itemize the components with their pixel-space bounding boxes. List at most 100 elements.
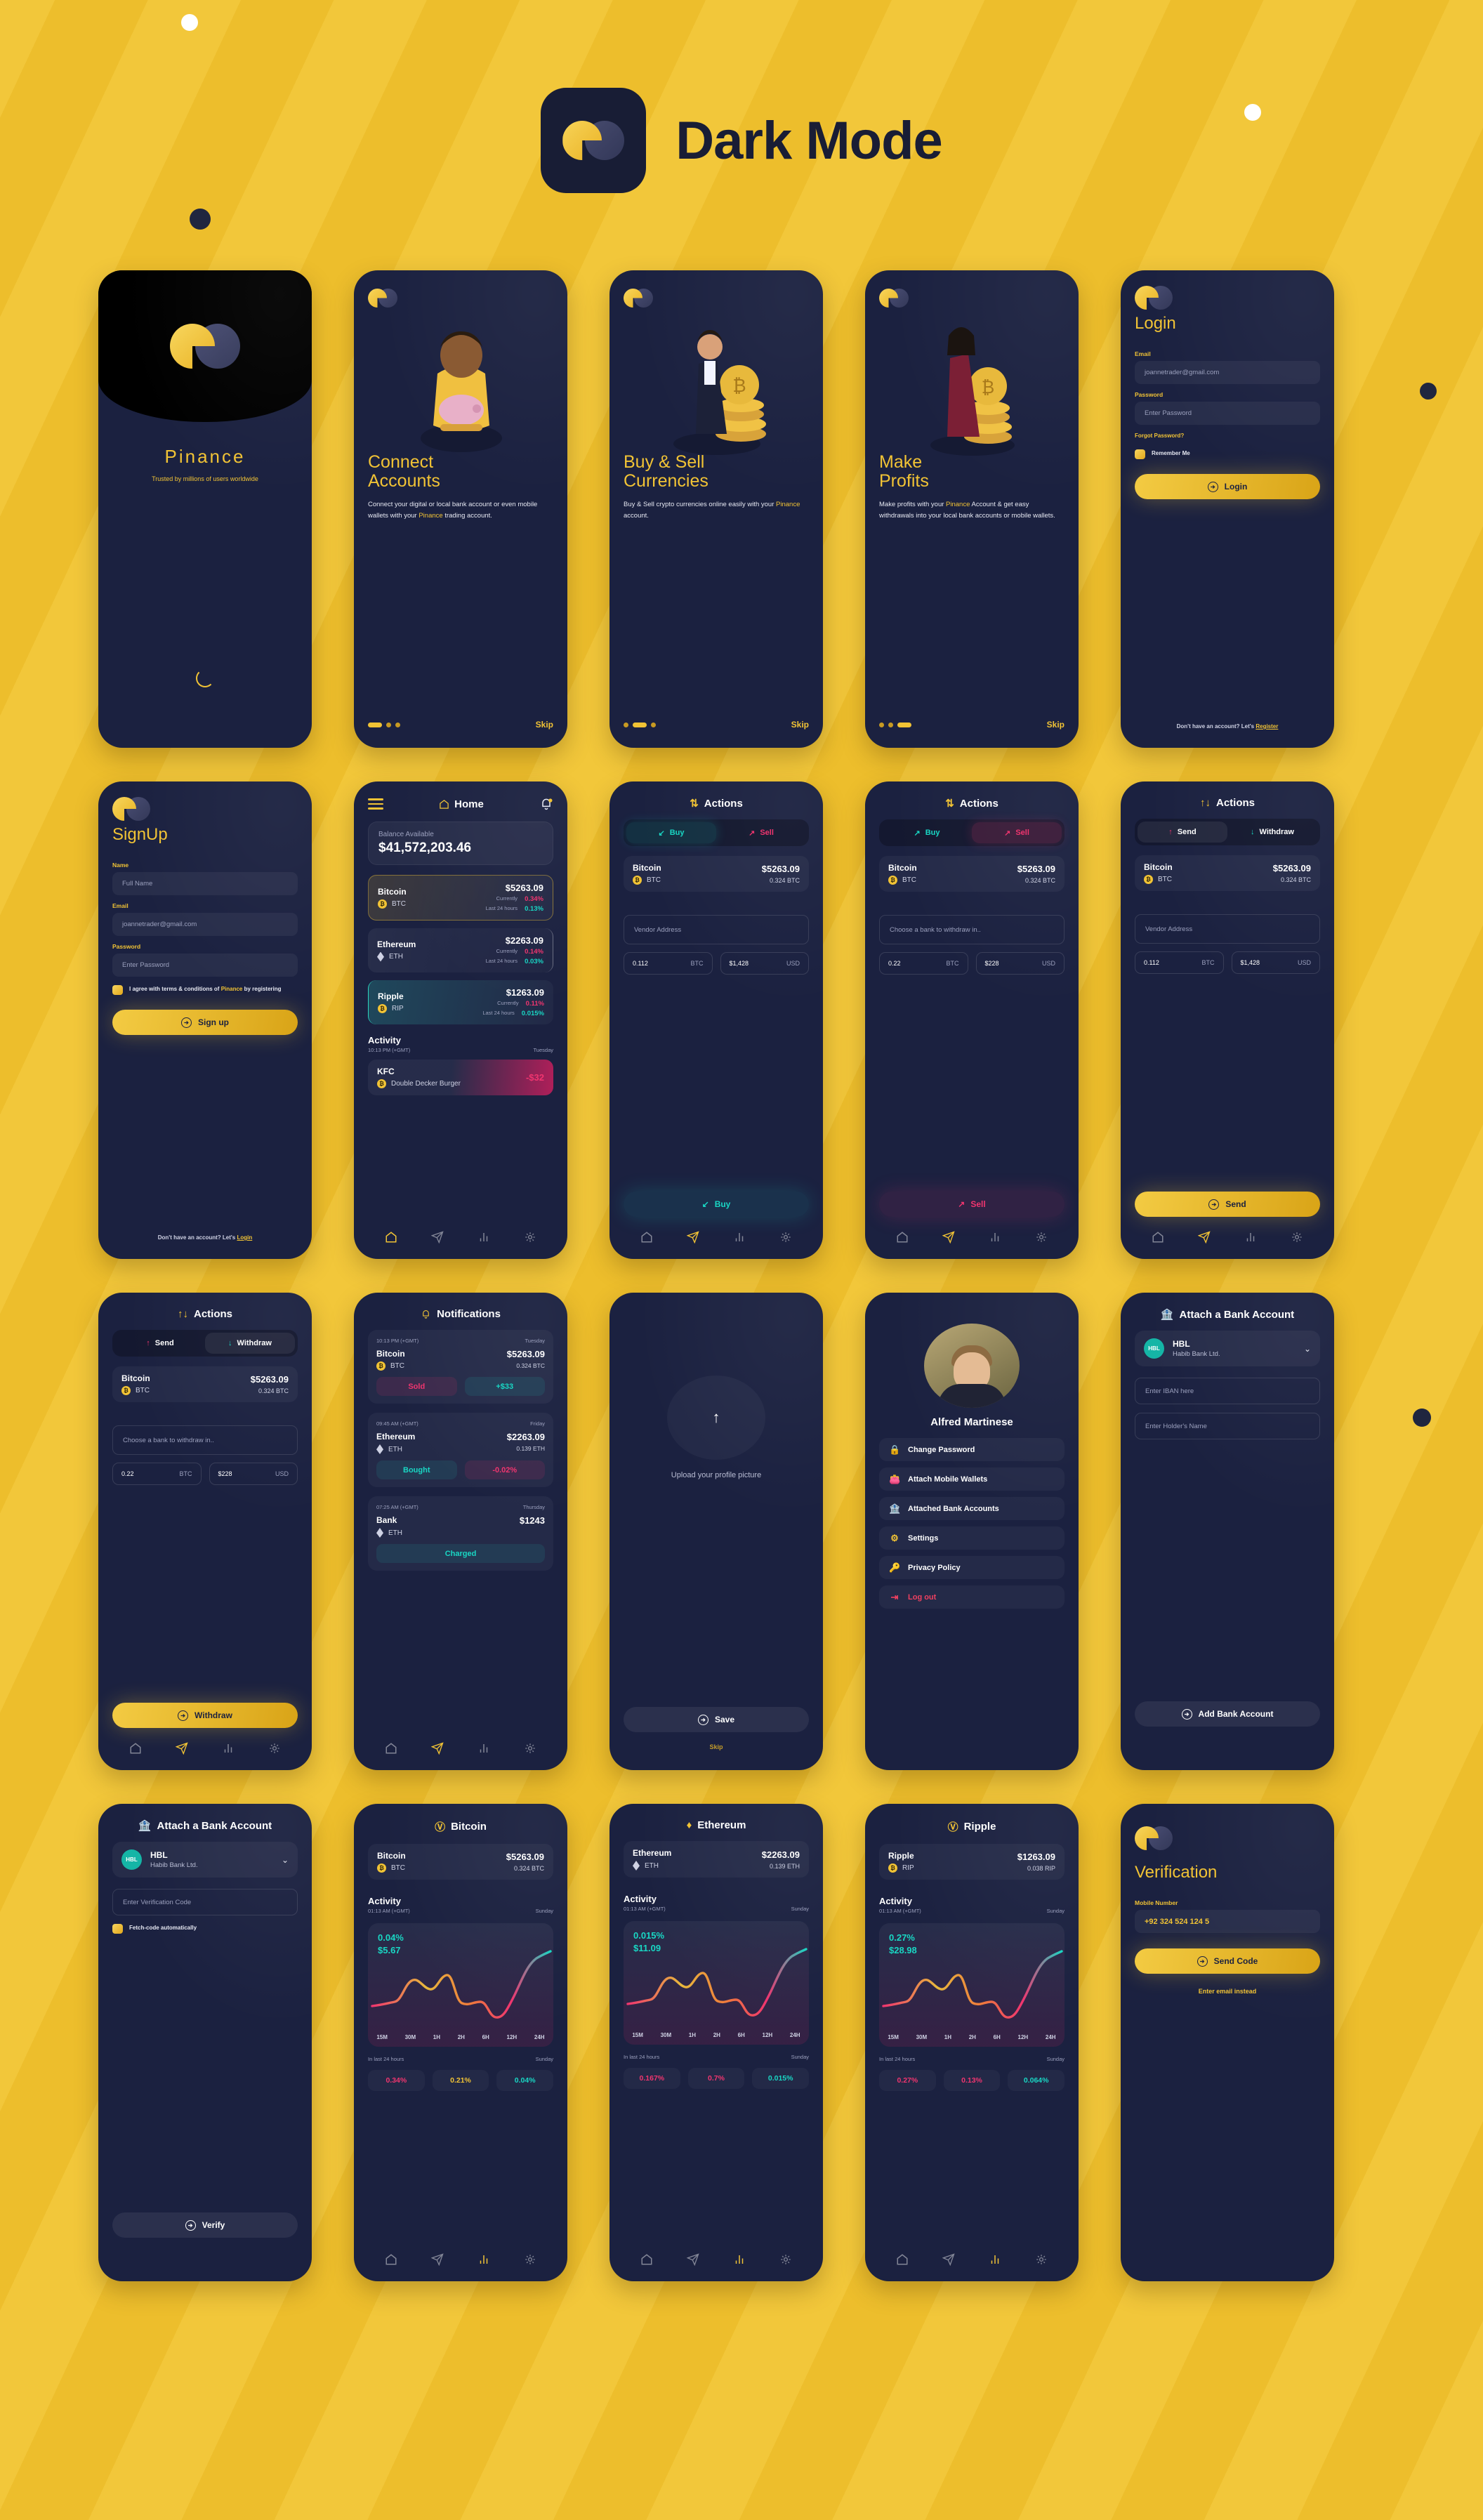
enter-email-link[interactable]: Enter email instead [1135,1988,1320,1995]
nav-settings-icon[interactable] [779,2253,792,2266]
profile-item-attach-mobile-wallets[interactable]: 👛 Attach Mobile Wallets [879,1467,1065,1491]
vendor-address-field[interactable]: Vendor Address [624,915,809,944]
notification-bell-icon[interactable] [539,797,553,811]
bank-select-field[interactable]: Choose a bank to withdraw in.. [112,1425,298,1455]
profile-item-logout[interactable]: ⇥ Log out [879,1585,1065,1609]
skip-button[interactable]: Skip [624,1743,809,1750]
tab-buy[interactable]: ↙ Buy [626,822,716,843]
chevron-down-icon[interactable]: ⌄ [282,1855,289,1865]
profile-item-privacy-policy[interactable]: 🔑 Privacy Policy [879,1556,1065,1579]
nav-send-icon[interactable] [942,2253,955,2266]
selected-coin-card[interactable]: Bitcoin ₿ BTC $5263.09 0.324 BTC [624,856,809,892]
skip-button[interactable]: Skip [791,720,809,730]
nav-home-icon[interactable] [385,1231,397,1243]
coin-row-bitcoin[interactable]: Bitcoin ₿ BTC $5263.09 Currently 0.34% Las… [368,875,553,921]
nav-send-icon[interactable] [176,1742,188,1755]
nav-settings-icon[interactable] [524,1742,536,1755]
nav-settings-icon[interactable] [268,1742,281,1755]
selected-coin-card[interactable]: Bitcoin ₿ BTC $5263.09 0.324 BTC [368,1844,553,1880]
signup-button[interactable]: ➔ Sign up [112,1010,298,1035]
send-code-button[interactable]: ➔ Send Code [1135,1948,1320,1974]
register-footer[interactable]: Don't have an account? Let's Register [1135,723,1320,732]
selected-coin-card[interactable]: Ethereum ETH $2263.09 0.139 ETH [624,1841,809,1878]
tab-sell[interactable]: ↗ Sell [716,822,806,843]
nav-home-icon[interactable] [640,2253,653,2266]
nav-settings-icon[interactable] [1035,1231,1048,1243]
iban-field[interactable]: Enter IBAN here [1135,1378,1320,1404]
nav-chart-icon[interactable] [733,1231,746,1243]
nav-chart-icon[interactable] [477,2253,490,2266]
tab-sell[interactable]: ↗ Sell [972,822,1062,843]
login-button[interactable]: ➔ Login [1135,474,1320,499]
nav-settings-icon[interactable] [1291,1231,1303,1243]
vendor-address-field[interactable]: Vendor Address [1135,914,1320,944]
selected-coin-card[interactable]: Bitcoin ₿ BTC $5263.09 0.324 BTC [879,856,1065,892]
add-bank-account-button[interactable]: ➔ Add Bank Account [1135,1701,1320,1727]
crypto-amount-field[interactable]: 0.112 BTC [1135,951,1224,974]
notification-item[interactable]: 09:45 AM (+GMT) Friday Ethereum ETH $2263… [368,1413,553,1487]
holder-name-field[interactable]: Enter Holder's Name [1135,1413,1320,1439]
tab-withdraw[interactable]: ↓ Withdraw [205,1333,295,1354]
verification-code-field[interactable]: Enter Verification Code [112,1889,298,1915]
nav-send-icon[interactable] [1198,1231,1211,1243]
nav-chart-icon[interactable] [477,1231,490,1243]
nav-chart-icon[interactable] [1244,1231,1257,1243]
nav-chart-icon[interactable] [989,2253,1001,2266]
nav-home-icon[interactable] [385,2253,397,2266]
nav-home-icon[interactable] [640,1231,653,1243]
coin-row-ripple[interactable]: Ripple ₿ RIP $1263.09 Currently 0.11% Last… [368,980,553,1024]
checkbox-box[interactable] [1135,449,1145,459]
password-field[interactable]: Enter Password [112,954,298,977]
coin-row-ethereum[interactable]: Ethereum ETH $2263.09 Currently 0.14% Las… [368,928,553,972]
nav-send-icon[interactable] [431,2253,444,2266]
nav-chart-icon[interactable] [477,1742,490,1755]
sell-button[interactable]: ↗ Sell [879,1192,1065,1217]
nav-send-icon[interactable] [942,1231,955,1243]
fiat-amount-field[interactable]: $228 USD [209,1463,298,1485]
nav-send-icon[interactable] [687,2253,699,2266]
buy-button[interactable]: ↙ Buy [624,1192,809,1217]
remember-me-checkbox[interactable]: Remember Me [1135,449,1320,459]
crypto-amount-field[interactable]: 0.112 BTC [624,952,713,975]
nav-settings-icon[interactable] [524,1231,536,1243]
nav-home-icon[interactable] [896,2253,909,2266]
bank-selector[interactable]: HBL HBL Habib Bank Ltd. ⌄ [112,1842,298,1878]
skip-button[interactable]: Skip [1047,720,1065,730]
upload-dropzone[interactable]: ↑ [667,1376,765,1460]
bank-selector[interactable]: HBL HBL Habib Bank Ltd. ⌄ [1135,1331,1320,1366]
save-button[interactable]: ➔ Save [624,1707,809,1732]
login-footer[interactable]: Don't have an account? Let's Login [112,1234,298,1243]
nav-home-icon[interactable] [896,1231,909,1243]
terms-checkbox[interactable]: I agree with terms & conditions of Pinan… [112,985,298,995]
profile-item-settings[interactable]: ⚙ Settings [879,1526,1065,1550]
notification-item[interactable]: 10:13 PM (+GMT) Tuesday Bitcoin ₿ BTC $526… [368,1330,553,1404]
fiat-amount-field[interactable]: $1,428 USD [720,952,809,975]
tab-send[interactable]: ↑ Send [115,1333,205,1354]
profile-item-attached-bank-accounts[interactable]: 🏦 Attached Bank Accounts [879,1497,1065,1520]
tab-send[interactable]: ↑ Send [1138,822,1227,843]
nav-send-icon[interactable] [431,1231,444,1243]
verify-button[interactable]: ➔ Verify [112,2212,298,2238]
nav-send-icon[interactable] [431,1742,444,1755]
fiat-amount-field[interactable]: $228 USD [975,952,1065,975]
email-field[interactable]: joannetrader@gmail.com [1135,361,1320,384]
mobile-number-field[interactable]: +92 324 524 124 5 [1135,1910,1320,1933]
password-field[interactable]: Enter Password [1135,402,1320,425]
nav-chart-icon[interactable] [222,1742,235,1755]
tab-withdraw[interactable]: ↓ Withdraw [1227,822,1317,843]
nav-chart-icon[interactable] [733,2253,746,2266]
nav-settings-icon[interactable] [1035,2253,1048,2266]
selected-coin-card[interactable]: Bitcoin ₿ BTC $5263.09 0.324 BTC [1135,855,1320,891]
transaction-row[interactable]: KFC ₿ Double Decker Burger -$32 [368,1060,553,1095]
nav-settings-icon[interactable] [779,1231,792,1243]
checkbox-box[interactable] [112,985,123,995]
nav-settings-icon[interactable] [524,2253,536,2266]
fiat-amount-field[interactable]: $1,428 USD [1231,951,1320,974]
notification-item[interactable]: 07:25 AM (+GMT) Thursday Bank ETH $1243 C… [368,1496,553,1571]
crypto-amount-field[interactable]: 0.22 BTC [879,952,968,975]
nav-home-icon[interactable] [385,1742,397,1755]
send-button[interactable]: ➔ Send [1135,1192,1320,1217]
menu-icon[interactable] [368,798,383,810]
profile-item-change-password[interactable]: 🔒 Change Password [879,1438,1065,1461]
bank-select-field[interactable]: Choose a bank to withdraw in.. [879,915,1065,944]
